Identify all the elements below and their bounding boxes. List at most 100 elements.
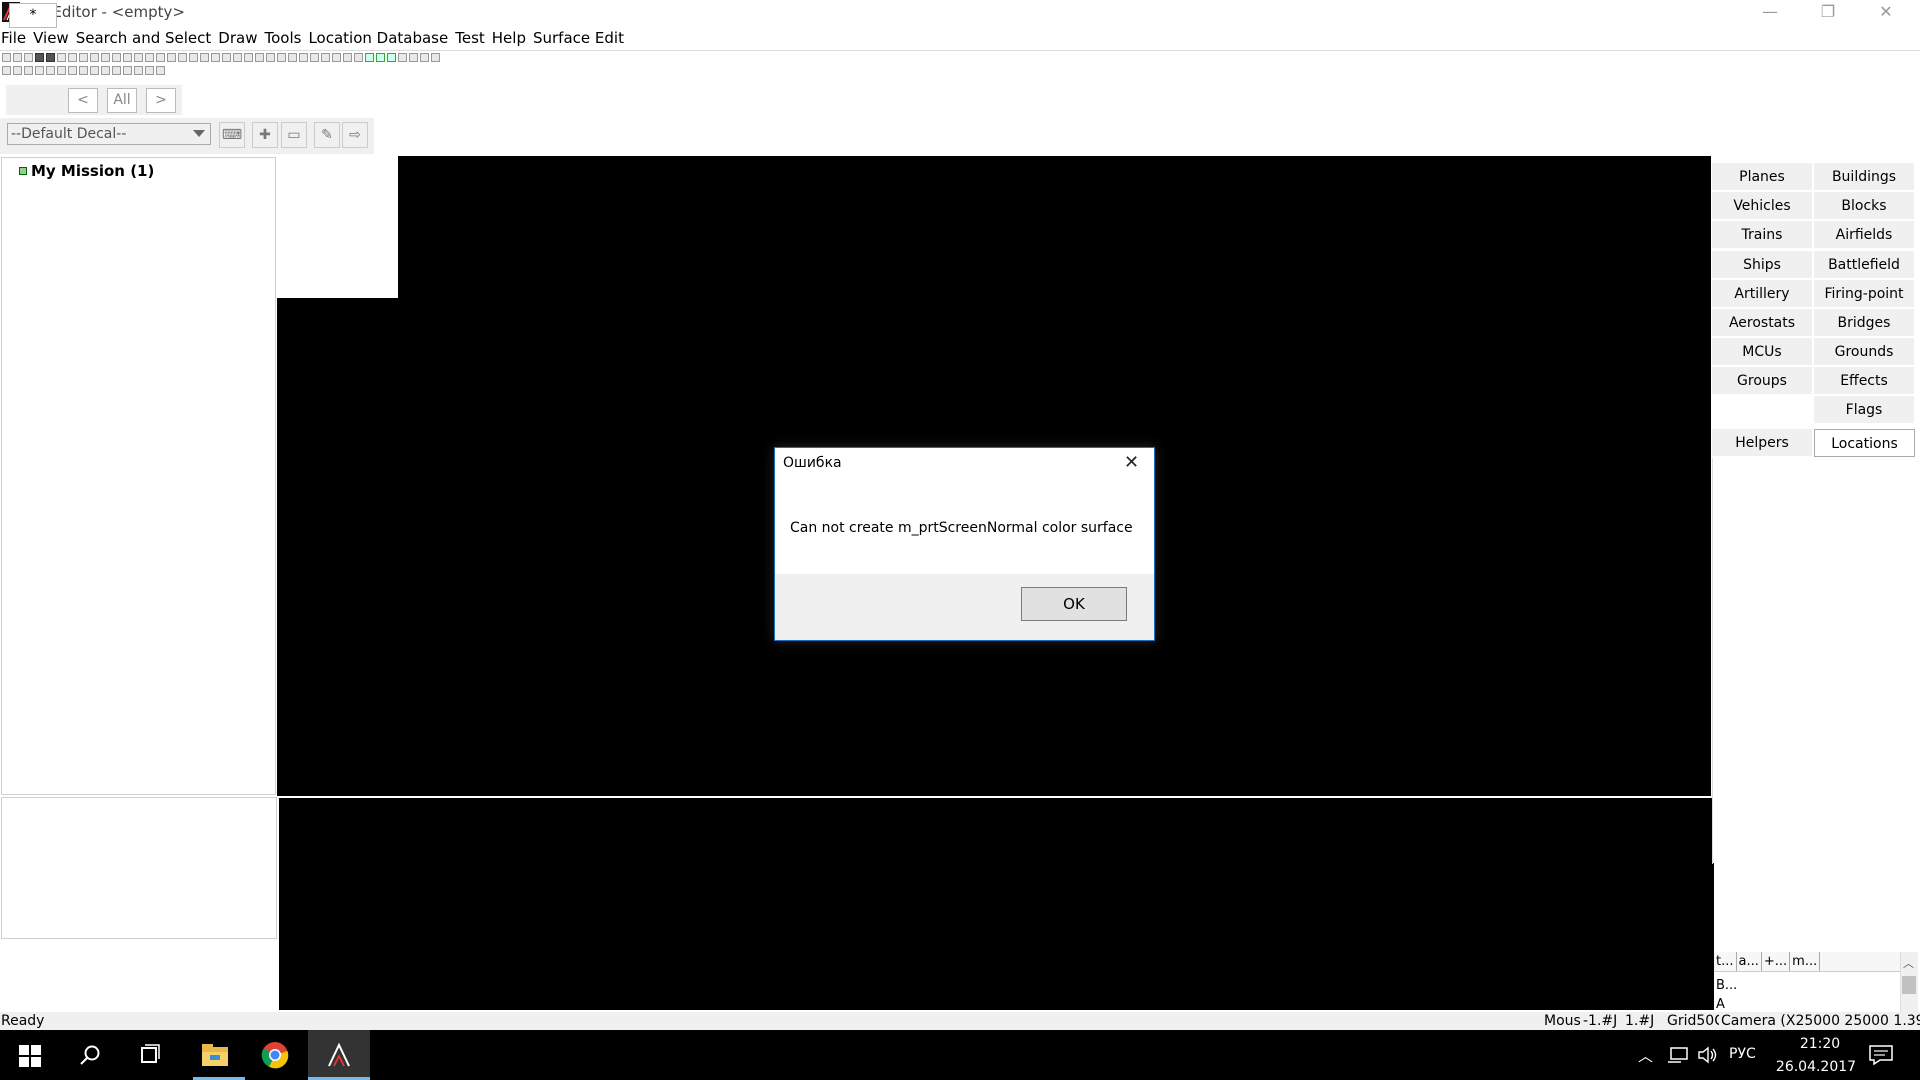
tool-icon[interactable] <box>2 53 11 62</box>
tool-icon[interactable] <box>431 53 440 62</box>
tool-icon[interactable] <box>178 53 187 62</box>
tool-icon[interactable] <box>101 66 110 75</box>
palette-locations[interactable]: Locations <box>1814 429 1915 457</box>
tool-icon[interactable] <box>79 66 88 75</box>
tool-icon[interactable] <box>134 53 143 62</box>
tool-icon[interactable] <box>409 53 418 62</box>
tool-icon[interactable] <box>277 53 286 62</box>
tool-icon[interactable] <box>255 53 264 62</box>
export-icon[interactable]: ⇨ <box>342 122 368 148</box>
mission-tree[interactable] <box>1 157 276 795</box>
palette-groups[interactable]: Groups <box>1712 367 1813 395</box>
tool-icon[interactable] <box>156 53 165 62</box>
tool-icon[interactable] <box>101 53 110 62</box>
lower-viewport[interactable] <box>279 796 1714 1010</box>
tool-icon[interactable] <box>145 66 154 75</box>
close-icon[interactable]: ✕ <box>1124 452 1139 473</box>
tool-icon[interactable] <box>79 53 88 62</box>
tool-icon[interactable] <box>57 66 66 75</box>
nav-star-button[interactable]: * <box>9 3 57 28</box>
tool-icon[interactable] <box>211 53 220 62</box>
volume-icon[interactable] <box>1697 1046 1719 1064</box>
scroll-up-icon[interactable]: ︿ <box>1903 955 1914 971</box>
tool-icon[interactable] <box>310 53 319 62</box>
tool-icon[interactable] <box>35 53 44 62</box>
tool-icon[interactable] <box>35 66 44 75</box>
palette-mcus[interactable]: MCUs <box>1712 338 1813 366</box>
windows-start-icon[interactable] <box>19 1045 41 1067</box>
palette-firing-point[interactable]: Firing-point <box>1814 280 1915 308</box>
tool-icon[interactable] <box>299 53 308 62</box>
tool-icon[interactable] <box>354 53 363 62</box>
tool-icon[interactable] <box>57 53 66 62</box>
palette-vehicles[interactable]: Vehicles <box>1712 192 1813 220</box>
menu-draw[interactable]: Draw <box>218 27 261 49</box>
tool-icon[interactable] <box>145 53 154 62</box>
pencil-icon[interactable]: ✎ <box>314 122 340 148</box>
column-header[interactable]: a... <box>1737 952 1762 971</box>
column-header[interactable]: m... <box>1790 952 1821 971</box>
tool-icon[interactable] <box>68 53 77 62</box>
ok-button[interactable]: OK <box>1021 587 1127 621</box>
scroll-thumb[interactable] <box>1902 976 1916 994</box>
tool-icon[interactable] <box>332 53 341 62</box>
close-window-button[interactable]: ✕ <box>1857 0 1915 26</box>
menu-search-and-select[interactable]: Search and Select <box>76 27 216 49</box>
decal-dropdown[interactable]: --Default Decal-- <box>7 123 211 145</box>
nav-prev-button[interactable]: < <box>68 88 98 113</box>
tool-icon[interactable] <box>244 53 253 62</box>
minimize-button[interactable]: — <box>1741 0 1799 26</box>
search-icon[interactable] <box>79 1044 101 1066</box>
list-item[interactable]: A <box>1716 997 1725 1012</box>
menu-tools[interactable]: Tools <box>264 27 305 49</box>
tool-icon[interactable] <box>200 53 209 62</box>
tool-icon[interactable] <box>387 53 396 62</box>
palette-helpers[interactable]: Helpers <box>1712 429 1813 457</box>
tool-icon[interactable] <box>68 66 77 75</box>
task-view-icon[interactable] <box>138 1044 162 1066</box>
tool-icon[interactable] <box>365 53 374 62</box>
tool-icon[interactable] <box>134 66 143 75</box>
tool-icon[interactable] <box>24 53 33 62</box>
clock-time[interactable]: 21:20 <box>1790 1036 1850 1052</box>
file-explorer-icon[interactable] <box>201 1043 229 1067</box>
remove-icon[interactable]: ▭ <box>281 122 307 148</box>
tool-icon[interactable] <box>46 53 55 62</box>
tool-icon[interactable] <box>321 53 330 62</box>
palette-bridges[interactable]: Bridges <box>1814 309 1915 337</box>
tool-icon[interactable] <box>46 66 55 75</box>
minimap[interactable] <box>277 156 398 298</box>
menu-test[interactable]: Test <box>455 27 489 49</box>
tool-icon[interactable] <box>189 53 198 62</box>
tree-root-item[interactable]: My Mission (1) <box>31 162 154 180</box>
column-header[interactable]: +... <box>1762 952 1791 971</box>
palette-blocks[interactable]: Blocks <box>1814 192 1915 220</box>
palette-airfields[interactable]: Airfields <box>1814 221 1915 249</box>
tool-icon[interactable] <box>13 66 22 75</box>
tool-icon[interactable] <box>123 66 132 75</box>
tree-expand-icon[interactable] <box>19 167 27 175</box>
chevron-up-icon[interactable]: ︿ <box>1638 1045 1653 1066</box>
language-indicator[interactable]: РУС <box>1729 1046 1756 1062</box>
tool-icon[interactable] <box>398 53 407 62</box>
tool-icon[interactable] <box>24 66 33 75</box>
palette-flags[interactable]: Flags <box>1814 396 1915 424</box>
clock-date[interactable]: 26.04.2017 <box>1771 1059 1861 1075</box>
tool-icon[interactable] <box>222 53 231 62</box>
menu-view[interactable]: View <box>33 27 73 49</box>
tool-icon[interactable] <box>233 53 242 62</box>
menu-file[interactable]: File <box>0 27 30 49</box>
tool-icon[interactable] <box>90 66 99 75</box>
tool-icon[interactable] <box>112 66 121 75</box>
restore-button[interactable]: ❐ <box>1799 0 1857 26</box>
menu-location-database[interactable]: Location Database <box>308 27 452 49</box>
tool-icon[interactable] <box>112 53 121 62</box>
tool-icon[interactable] <box>13 53 22 62</box>
boseditor-icon[interactable] <box>326 1042 352 1068</box>
column-header[interactable]: t... <box>1714 952 1737 971</box>
tool-icon[interactable] <box>123 53 132 62</box>
nav-all-button[interactable]: All <box>107 88 137 113</box>
tool-icon[interactable] <box>90 53 99 62</box>
tool-icon[interactable] <box>376 53 385 62</box>
nav-next-button[interactable]: > <box>146 88 176 113</box>
